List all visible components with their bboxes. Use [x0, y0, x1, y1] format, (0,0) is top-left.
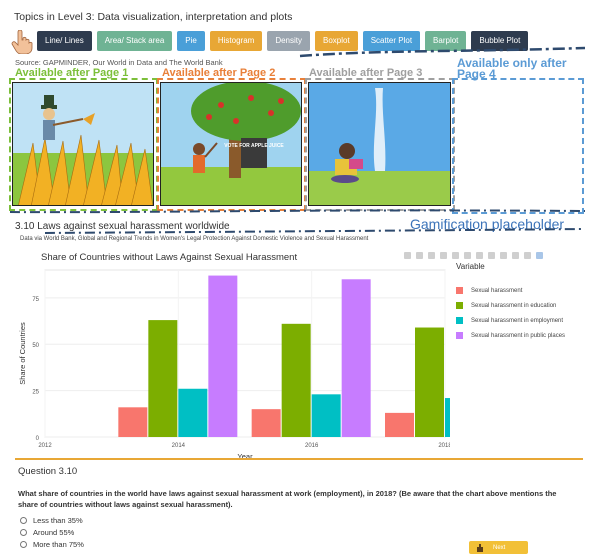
gamification-dashed-line — [9, 209, 586, 234]
x-tick-label: 2012 — [38, 443, 52, 449]
chart-toolbar — [404, 252, 543, 259]
zoom-in-icon[interactable] — [464, 252, 471, 259]
bar — [118, 407, 148, 437]
lasso-icon[interactable] — [452, 252, 459, 259]
box-select-icon[interactable] — [440, 252, 447, 259]
hand-icon — [477, 543, 483, 552]
chart-legend: Variable Sexual harassment Sexual harass… — [456, 262, 565, 343]
legend-item[interactable]: Sexual harassment in education — [456, 298, 565, 313]
radio-button[interactable] — [20, 540, 27, 548]
reset-axes-icon[interactable] — [500, 252, 507, 259]
y-tick-label: 0 — [36, 436, 40, 442]
hover-icon[interactable] — [524, 252, 531, 259]
bar — [251, 409, 281, 437]
x-tick-label: 2018 — [438, 443, 450, 449]
autoscale-icon[interactable] — [488, 252, 495, 259]
zoom-icon[interactable] — [416, 252, 423, 259]
answer-option[interactable]: More than 75% — [20, 538, 84, 550]
comic-apple-tree-image: VOTE FOR APPLE JUICE — [160, 82, 302, 206]
comic-reading-girl-image — [308, 82, 451, 206]
legend-item[interactable]: Sexual harassment in public places — [456, 328, 565, 343]
page4-box — [452, 78, 584, 214]
legend-swatch — [456, 332, 463, 339]
zoom-out-icon[interactable] — [476, 252, 483, 259]
legend-label: Sexual harassment in employment — [471, 317, 564, 324]
bar — [281, 323, 311, 437]
y-tick-label: 75 — [32, 297, 39, 303]
bar — [415, 327, 444, 437]
legend-swatch — [456, 302, 463, 309]
section-subtitle: Data via World Bank, Global and Regional… — [20, 236, 369, 242]
bar — [178, 388, 208, 437]
radio-button[interactable] — [20, 528, 27, 536]
question-title: Question 3.10 — [18, 466, 78, 477]
bar — [208, 275, 238, 437]
plotly-logo-icon[interactable] — [536, 252, 543, 259]
bar — [148, 320, 178, 437]
x-tick-label: 2014 — [172, 443, 186, 449]
legend-label: Sexual harassment in public places — [471, 332, 566, 339]
legend-swatch — [456, 287, 463, 294]
submit-button[interactable]: Next — [469, 541, 528, 554]
spike-lines-icon[interactable] — [512, 252, 519, 259]
page4-label: Available only after Page 4 — [457, 56, 567, 81]
plot-area — [44, 269, 446, 438]
answer-option[interactable]: Less than 35% — [20, 514, 84, 526]
radio-button[interactable] — [20, 516, 27, 524]
legend-label: Sexual harassment — [471, 287, 523, 294]
legend-title: Variable — [456, 262, 485, 271]
camera-icon[interactable] — [404, 252, 411, 259]
legend-label: Sexual harassment in education — [471, 302, 557, 309]
apple-juice-sign-text: VOTE FOR APPLE JUICE — [224, 143, 284, 149]
bar — [311, 394, 341, 437]
answer-option[interactable]: Around 55% — [20, 526, 84, 538]
question-divider — [15, 458, 583, 460]
bar — [445, 398, 450, 437]
y-tick-label: 50 — [32, 343, 39, 349]
bar — [385, 412, 414, 437]
legend-item[interactable]: Sexual harassment in employment — [456, 313, 565, 328]
y-axis-label: Share of Countries — [18, 322, 27, 385]
bar-chart: 02550752012201420162018YearShare of Coun… — [18, 269, 450, 460]
x-tick-label: 2016 — [305, 443, 319, 449]
option-label: Around 55% — [33, 527, 75, 537]
comic-scarecrow-image — [12, 82, 154, 206]
legend-item[interactable]: Sexual harassment — [456, 283, 565, 298]
submit-label: Next — [493, 544, 506, 551]
option-label: Less than 35% — [33, 515, 83, 525]
option-label: More than 75% — [33, 539, 84, 549]
answer-options: Less than 35% Around 55% More than 75% — [20, 514, 84, 550]
source-note: Source: GAPMINDER, Our World in Data and… — [15, 58, 223, 67]
y-tick-label: 25 — [32, 390, 39, 396]
pan-icon[interactable] — [428, 252, 435, 259]
question-text: What share of countries in the world hav… — [18, 489, 557, 509]
legend-swatch — [456, 317, 463, 324]
bar — [341, 279, 371, 437]
